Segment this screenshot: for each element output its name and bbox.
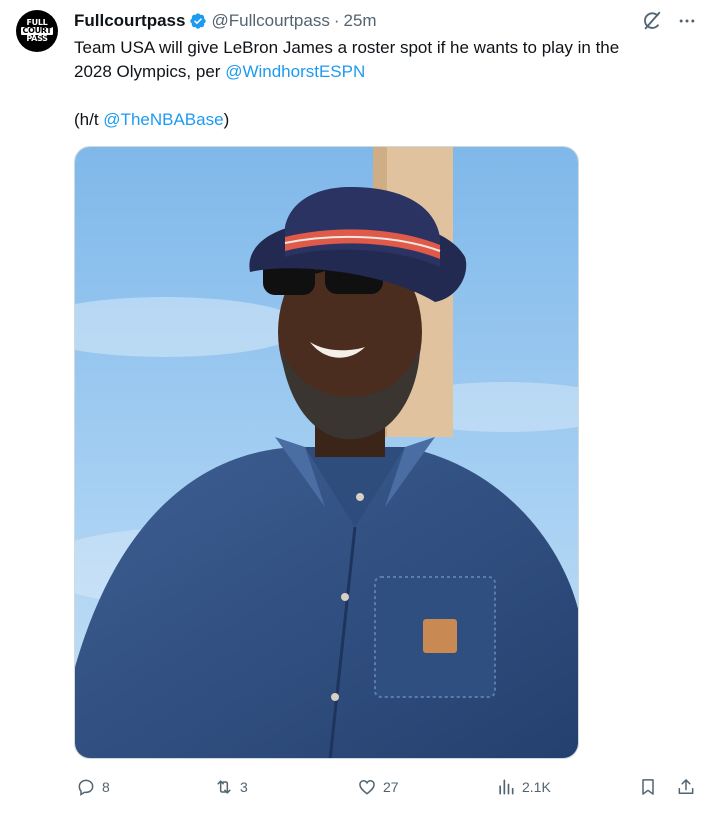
tweet-text-line2: 2028 Olympics, per [74, 62, 226, 81]
tweet[interactable]: FULL COURT PASS Fullcourtpass @Fullcourt… [0, 0, 710, 815]
retweet-count: 3 [240, 779, 248, 795]
share-icon [678, 779, 694, 794]
handle[interactable]: @Fullcourtpass [211, 11, 329, 31]
share-button[interactable] [676, 772, 702, 802]
reply-button[interactable]: 8 [76, 772, 110, 802]
tweet-text-line1: Team USA will give LeBron James a roster… [74, 38, 620, 57]
tweet-text: Team USA will give LeBron James a roster… [74, 36, 694, 132]
grok-icon[interactable] [641, 10, 663, 32]
tweet-photo[interactable] [74, 146, 579, 759]
hat-tip-suffix: ) [223, 110, 230, 129]
tweet-actions: 8 3 27 2.1K [74, 772, 700, 802]
avatar-logo: FULL COURT PASS [16, 10, 58, 52]
bookmark-icon [642, 779, 654, 795]
more-icon[interactable] [676, 10, 698, 32]
avatar[interactable]: FULL COURT PASS [16, 10, 58, 52]
display-name[interactable]: Fullcourtpass [74, 11, 185, 31]
photo-illustration [75, 147, 578, 758]
verified-badge-icon[interactable] [189, 12, 207, 30]
like-icon [359, 779, 375, 795]
views-button[interactable]: 2.1K [496, 772, 551, 802]
retweet-button[interactable]: 3 [214, 772, 248, 802]
bookmark-button[interactable] [638, 772, 664, 802]
views-count: 2.1K [522, 779, 551, 795]
reply-count: 8 [102, 779, 110, 795]
hat-tip-prefix: (h/t [74, 110, 104, 129]
like-button[interactable]: 27 [357, 772, 399, 802]
reply-icon [78, 779, 94, 796]
views-icon [499, 779, 514, 795]
retweet-icon [217, 780, 231, 794]
timestamp[interactable]: 25m [344, 11, 377, 31]
like-count: 27 [383, 779, 399, 795]
tweet-header: Fullcourtpass @Fullcourtpass · 25m [74, 10, 377, 32]
avatar-logo-line3: PASS [26, 34, 48, 43]
mention-link[interactable]: @WindhorstESPN [225, 62, 365, 81]
mention-link[interactable]: @TheNBABase [103, 110, 223, 129]
separator-dot: · [333, 11, 340, 30]
